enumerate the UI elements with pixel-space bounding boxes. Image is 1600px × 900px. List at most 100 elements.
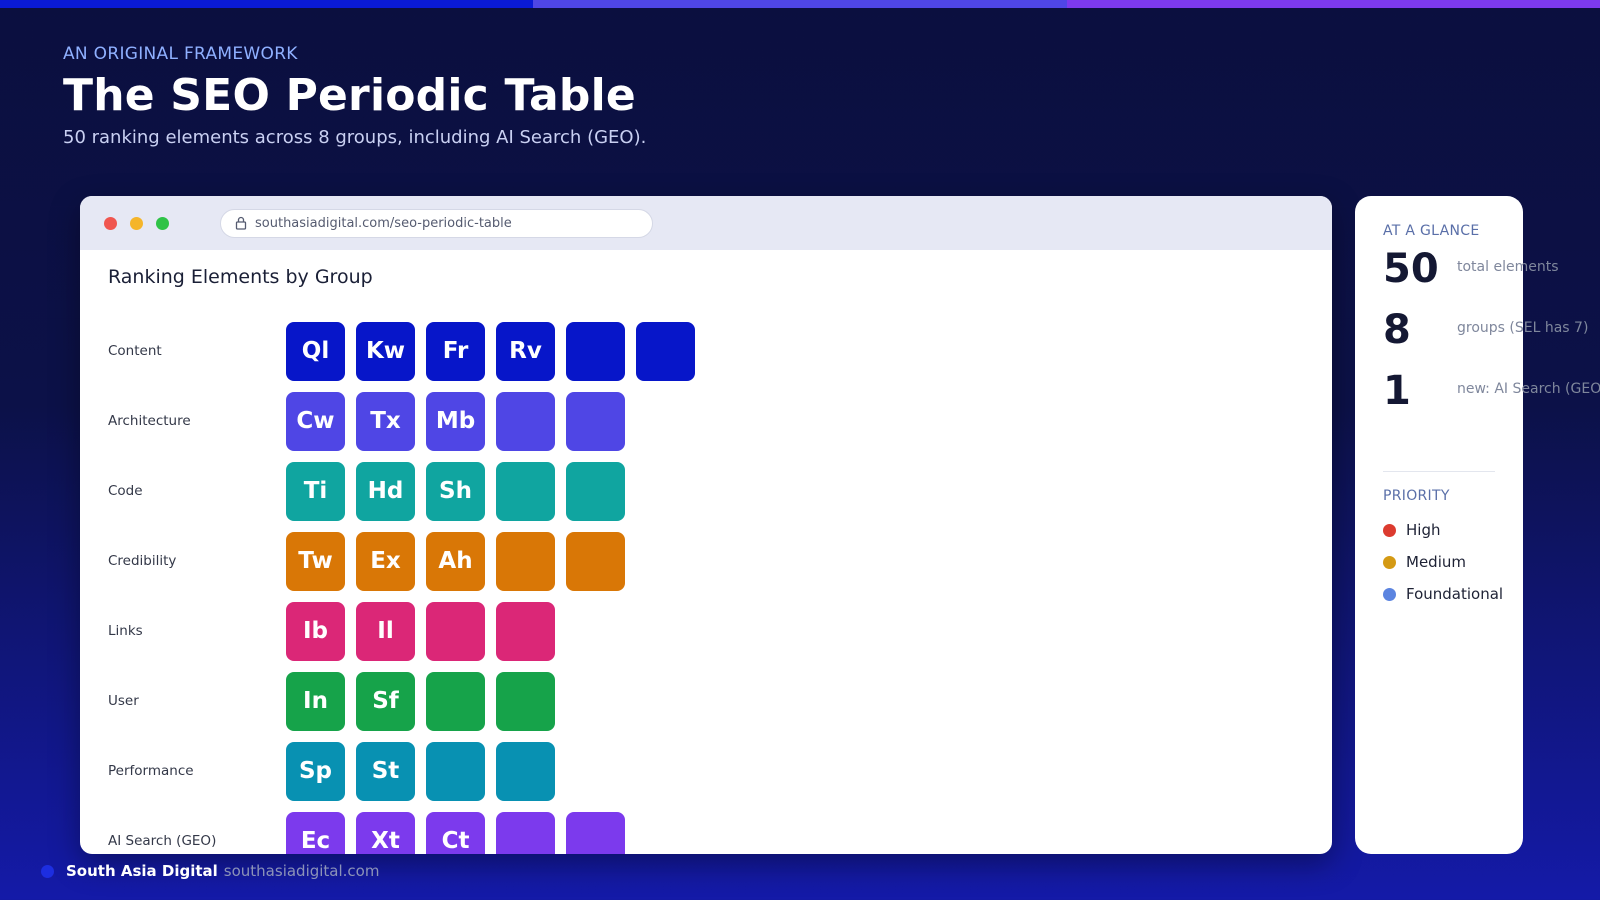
browser-window: southasiadigital.com/seo-periodic-table …	[80, 196, 1332, 854]
element-tile[interactable]	[496, 741, 555, 801]
strip-segment	[0, 0, 534, 8]
tile-set: Ti Hd Sh	[286, 461, 636, 521]
address-bar[interactable]: southasiadigital.com/seo-periodic-table	[220, 208, 653, 238]
element-tile[interactable]: Ql	[286, 321, 345, 381]
element-tile[interactable]: Sp	[286, 741, 345, 801]
page-subtitle: 50 ranking elements across 8 groups, inc…	[63, 127, 647, 148]
group-row: Links Ib Il	[80, 596, 1332, 666]
group-label: Content	[108, 343, 162, 359]
tile-set: In Sf	[286, 671, 566, 731]
sidebar-panel: AT A GLANCE 50 total elements 8 groups (…	[1355, 196, 1600, 854]
element-tile[interactable]: Ib	[286, 601, 345, 661]
strip-segment	[533, 0, 1067, 8]
group-label: Links	[108, 623, 143, 639]
page-title: The SEO Periodic Table	[63, 70, 636, 121]
element-tile[interactable]: Hd	[356, 461, 415, 521]
browser-toolbar: southasiadigital.com/seo-periodic-table	[80, 196, 1332, 250]
element-tile[interactable]	[496, 461, 555, 521]
stat-label: groups (SEL has 7)	[1457, 320, 1589, 336]
element-tile[interactable]	[496, 811, 555, 854]
tile-set: Sp St	[286, 741, 566, 801]
url-text: southasiadigital.com/seo-periodic-table	[255, 215, 512, 231]
element-tile[interactable]: Ct	[426, 811, 485, 854]
eyebrow-label: AN ORIGINAL FRAMEWORK	[63, 44, 298, 64]
element-tile[interactable]: Kw	[356, 321, 415, 381]
stat-label: new: AI Search (GEO)	[1457, 381, 1600, 397]
element-tile[interactable]: Sh	[426, 461, 485, 521]
lock-icon	[235, 216, 247, 230]
top-accent-strip	[0, 0, 1600, 8]
element-tile[interactable]	[426, 741, 485, 801]
glance-heading: AT A GLANCE	[1383, 223, 1480, 239]
maximize-window-dot[interactable]	[156, 216, 169, 230]
element-tile[interactable]	[496, 671, 555, 731]
brand-dot-icon	[41, 864, 54, 878]
tile-set: Ql Kw Fr Rv	[286, 321, 706, 381]
page-header: AN ORIGINAL FRAMEWORK The SEO Periodic T…	[63, 44, 646, 148]
element-tile[interactable]	[426, 601, 485, 661]
element-tile[interactable]: Ti	[286, 461, 345, 521]
group-row: User In Sf	[80, 666, 1332, 736]
group-row: Content Ql Kw Fr Rv	[80, 316, 1332, 386]
divider	[1383, 471, 1495, 472]
element-tile[interactable]: Ec	[286, 811, 345, 854]
group-label: Performance	[108, 763, 194, 779]
element-tile[interactable]	[496, 391, 555, 451]
panel-title: Ranking Elements by Group	[108, 266, 373, 288]
stat-value: 1	[1383, 368, 1411, 414]
close-window-dot[interactable]	[104, 216, 117, 230]
element-tile[interactable]: Tx	[356, 391, 415, 451]
element-tile[interactable]	[566, 321, 625, 381]
element-tile[interactable]: Fr	[426, 321, 485, 381]
footer-link[interactable]: southasiadigital.com	[224, 862, 380, 880]
group-label: Code	[108, 483, 143, 499]
legend-label: Medium	[1406, 553, 1466, 571]
element-tile[interactable]: Il	[356, 601, 415, 661]
stat-value: 8	[1383, 307, 1411, 353]
group-row: Performance Sp St	[80, 736, 1332, 806]
element-tile[interactable]	[566, 461, 625, 521]
element-tile[interactable]	[636, 321, 695, 381]
element-tile[interactable]: Ah	[426, 531, 485, 591]
element-tile[interactable]: Sf	[356, 671, 415, 731]
element-tile[interactable]	[426, 671, 485, 731]
group-label: User	[108, 693, 139, 709]
element-tile[interactable]: In	[286, 671, 345, 731]
tile-set: Cw Tx Mb	[286, 391, 636, 451]
tile-set: Ib Il	[286, 601, 566, 661]
priority-dot-icon	[1383, 523, 1396, 537]
legend-label: Foundational	[1406, 585, 1504, 603]
element-tile[interactable]	[566, 811, 625, 854]
group-row: AI Search (GEO) Ec Xt Ct	[80, 806, 1332, 854]
element-tile[interactable]: Cw	[286, 391, 345, 451]
element-tile[interactable]	[496, 601, 555, 661]
element-tile[interactable]	[566, 531, 625, 591]
priority-heading: PRIORITY	[1383, 488, 1450, 504]
legend-item-medium: Medium	[1383, 553, 1466, 571]
element-tile[interactable]: Mb	[426, 391, 485, 451]
group-label: Credibility	[108, 553, 177, 569]
priority-dot-icon	[1383, 555, 1396, 569]
stat-value: 50	[1383, 246, 1439, 292]
element-tile[interactable]: St	[356, 741, 415, 801]
element-tile[interactable]	[566, 391, 625, 451]
group-label: Architecture	[108, 413, 191, 429]
page-footer: South Asia Digital southasiadigital.com	[41, 862, 379, 880]
legend-item-foundational: Foundational	[1383, 585, 1503, 603]
group-label: AI Search (GEO)	[108, 833, 217, 849]
tile-set: Ec Xt Ct	[286, 811, 636, 854]
strip-segment	[1066, 0, 1600, 8]
priority-dot-icon	[1383, 587, 1396, 601]
minimize-window-dot[interactable]	[130, 216, 143, 230]
element-tile[interactable]: Ex	[356, 531, 415, 591]
group-row: Code Ti Hd Sh	[80, 456, 1332, 526]
group-row: Credibility Tw Ex Ah	[80, 526, 1332, 596]
element-tile[interactable]: Xt	[356, 811, 415, 854]
legend-item-high: High	[1383, 521, 1440, 539]
stat-label: total elements	[1457, 259, 1559, 275]
element-tile[interactable]	[496, 531, 555, 591]
legend-label: High	[1406, 521, 1441, 539]
tile-set: Tw Ex Ah	[286, 531, 636, 591]
element-tile[interactable]: Tw	[286, 531, 345, 591]
element-tile[interactable]: Rv	[496, 321, 555, 381]
